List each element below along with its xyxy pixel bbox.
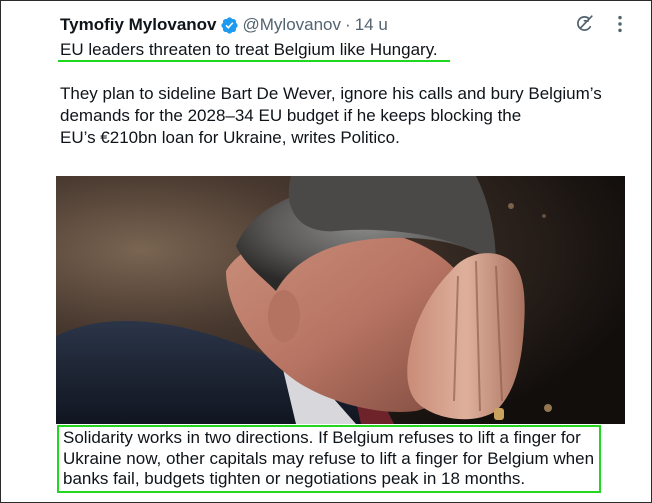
tweet-body-line: demands for the 2028–34 EU budget if he … [60,106,522,125]
caption-line: Ukraine now, other capitals may refuse t… [63,448,595,468]
tweet-body-line: They plan to sideline Bart De Wever, ign… [60,84,602,103]
tweet-card: Tymofiy Mylovanov @Mylovanov · 14 u EU l… [0,0,652,503]
tweet-headline: EU leaders threaten to treat Belgium lik… [60,40,438,59]
tweet-header: Tymofiy Mylovanov @Mylovanov · 14 u [60,14,388,36]
tweet-body-line: EU’s €210bn loan for Ukraine, writes Pol… [60,128,400,147]
more-options-icon[interactable] [609,13,631,35]
author-handle[interactable]: @Mylovanov [243,15,342,35]
separator-dot: · [345,15,351,34]
tweet-body: They plan to sideline Bart De Wever, ign… [60,83,620,149]
caption-line: Solidarity works in two directions. If B… [63,428,581,447]
highlight-underline [58,60,450,62]
caption-line: banks fail, budgets tighten or negotiati… [63,469,526,488]
grok-icon[interactable] [573,13,595,35]
tweet-caption: Solidarity works in two directions. If B… [63,428,608,490]
tweet-actions [573,13,631,35]
author-name[interactable]: Tymofiy Mylovanov [60,15,217,35]
timestamp[interactable]: 14 u [355,15,388,35]
verified-badge-icon [220,16,239,35]
tweet-photo[interactable] [56,176,625,424]
